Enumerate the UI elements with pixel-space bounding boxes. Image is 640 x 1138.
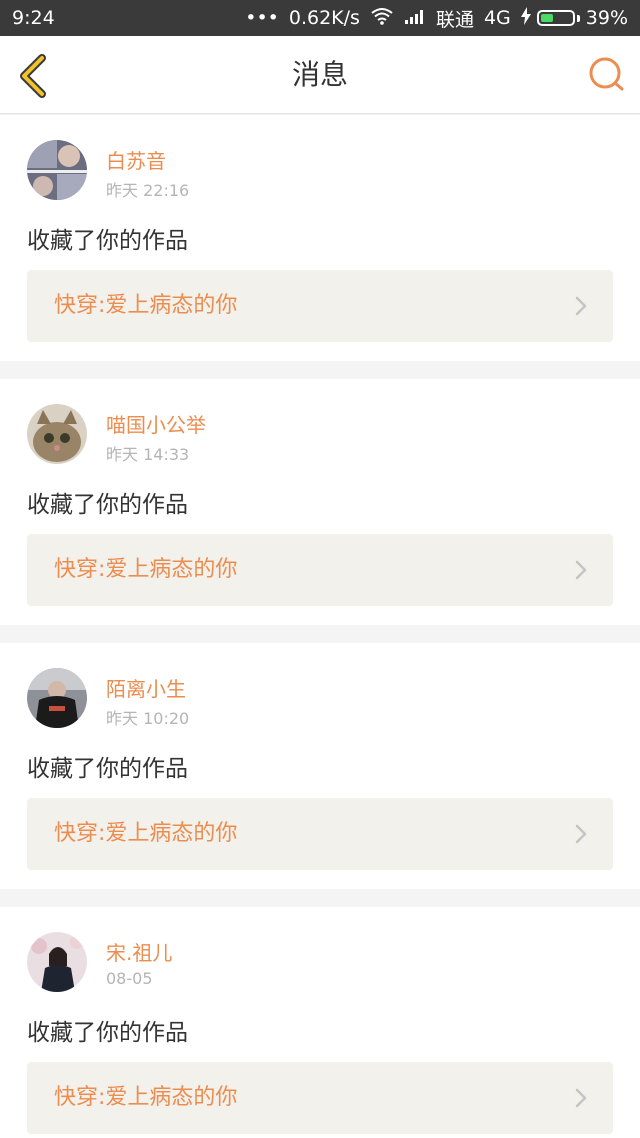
network-speed: 0.62K/s	[288, 7, 360, 29]
battery-percent: 39%	[585, 7, 628, 29]
message-action: 收藏了你的作品	[27, 492, 188, 518]
chevron-right-icon	[575, 824, 587, 844]
message-time: 08-05	[106, 969, 153, 988]
avatar[interactable]	[27, 668, 87, 728]
message-card: 陌离小生 昨天 10:20 收藏了你的作品 快穿:爱上病态的你	[0, 643, 640, 889]
user-name[interactable]: 陌离小生	[106, 673, 186, 702]
chevron-right-icon	[575, 296, 587, 316]
signal-icon	[404, 7, 426, 29]
carrier-name: 联通	[435, 8, 474, 31]
work-link[interactable]: 快穿:爱上病态的你	[27, 1062, 613, 1134]
message-time: 昨天 10:20	[106, 709, 190, 728]
avatar[interactable]	[27, 932, 87, 992]
message-action: 收藏了你的作品	[27, 1020, 188, 1046]
chevron-right-icon	[575, 1088, 587, 1108]
message-card: 白苏音 昨天 22:16 收藏了你的作品 快穿:爱上病态的你	[0, 115, 640, 361]
charging-icon	[520, 6, 531, 30]
message-card: 喵国小公举 昨天 14:33 收藏了你的作品 快穿:爱上病态的你	[0, 379, 640, 625]
search-button[interactable]	[586, 54, 626, 94]
nav-bar: 消息	[0, 36, 640, 114]
status-right: ••• 0.62K/s 联通 4G 39%	[245, 5, 628, 32]
network-type: 4G	[483, 7, 511, 29]
user-name[interactable]: 宋.祖儿	[106, 937, 172, 966]
wifi-icon	[370, 7, 394, 30]
message-action: 收藏了你的作品	[27, 228, 188, 254]
user-name[interactable]: 白苏音	[106, 145, 166, 174]
page-title: 消息	[291, 58, 348, 91]
battery-indicator: 39%	[520, 6, 628, 30]
work-link[interactable]: 快穿:爱上病态的你	[27, 270, 613, 342]
status-bar: 9:24 ••• 0.62K/s 联通 4G 39%	[0, 0, 640, 36]
chevron-right-icon	[575, 560, 587, 580]
work-title: 快穿:爱上病态的你	[54, 821, 238, 846]
avatar[interactable]	[27, 404, 87, 464]
battery-nub	[576, 14, 580, 22]
message-time: 昨天 14:33	[106, 445, 190, 464]
avatar[interactable]	[27, 140, 87, 200]
message-action: 收藏了你的作品	[27, 756, 188, 782]
work-title: 快穿:爱上病态的你	[54, 557, 238, 582]
message-time: 昨天 22:16	[106, 181, 190, 200]
work-title: 快穿:爱上病态的你	[54, 293, 238, 318]
message-card: 宋.祖儿 08-05 收藏了你的作品 快穿:爱上病态的你	[0, 907, 640, 1138]
status-time: 9:24	[12, 7, 55, 29]
user-name[interactable]: 喵国小公举	[106, 409, 206, 438]
work-title: 快穿:爱上病态的你	[54, 1085, 238, 1110]
work-link[interactable]: 快穿:爱上病态的你	[27, 798, 613, 870]
search-icon	[589, 57, 624, 91]
message-list: 白苏音 昨天 22:16 收藏了你的作品 快穿:爱上病态的你 喵国小公举 昨天 …	[0, 115, 640, 1138]
battery-icon	[536, 10, 575, 26]
work-link[interactable]: 快穿:爱上病态的你	[27, 534, 613, 606]
notification-dots: •••	[245, 7, 279, 29]
battery-fill	[540, 14, 553, 22]
